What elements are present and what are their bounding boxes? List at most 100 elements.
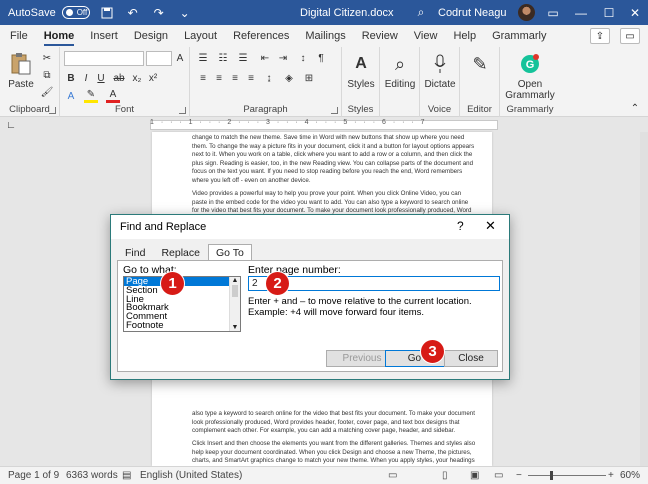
bullets-icon[interactable]: ☰ bbox=[196, 51, 210, 65]
justify-icon[interactable]: ≡ bbox=[244, 71, 258, 85]
svg-text:G: G bbox=[526, 59, 535, 71]
zoom-slider-thumb[interactable] bbox=[550, 471, 554, 480]
dialog-close-icon[interactable]: ✕ bbox=[485, 218, 496, 234]
paragraph-launcher-icon[interactable] bbox=[331, 107, 338, 114]
zoom-out-icon[interactable]: − bbox=[516, 470, 522, 481]
ribbon-display-icon[interactable]: ▭ bbox=[538, 0, 568, 25]
tab-design[interactable]: Design bbox=[126, 25, 176, 47]
paste-icon bbox=[8, 51, 34, 77]
minimize-icon[interactable]: — bbox=[566, 0, 596, 25]
list-scrollbar[interactable]: ▲ ▼ bbox=[229, 277, 240, 331]
avatar[interactable] bbox=[518, 4, 535, 21]
tab-help[interactable]: Help bbox=[445, 25, 484, 47]
font-color-icon[interactable]: A bbox=[106, 89, 120, 103]
font-size-combo[interactable] bbox=[146, 51, 172, 66]
align-left-icon[interactable]: ≡ bbox=[196, 71, 210, 85]
borders-icon[interactable]: ⊞ bbox=[302, 71, 316, 85]
dialog-title-bar[interactable]: Find and Replace ? ✕ bbox=[111, 215, 509, 239]
dictate-button[interactable]: Dictate bbox=[422, 51, 458, 90]
tab-home[interactable]: Home bbox=[36, 25, 83, 47]
close-button[interactable]: Close bbox=[444, 350, 498, 367]
tab-view[interactable]: View bbox=[406, 25, 446, 47]
zoom-level[interactable]: 60% bbox=[620, 470, 640, 481]
styles-button[interactable]: A Styles bbox=[344, 51, 378, 90]
grammarly-label: Grammarly bbox=[506, 104, 554, 115]
ribbon-tabs: File Home Insert Design Layout Reference… bbox=[0, 25, 648, 47]
open-grammarly-button[interactable]: G Open Grammarly bbox=[502, 51, 558, 101]
increase-indent-icon[interactable]: ⇥ bbox=[276, 51, 290, 65]
microphone-icon bbox=[427, 51, 453, 77]
editing-button[interactable]: ⌕ Editing bbox=[382, 51, 418, 91]
sort-icon[interactable]: ↕ bbox=[296, 51, 310, 65]
autosave-toggle[interactable]: Off bbox=[61, 6, 90, 19]
tab-replace[interactable]: Replace bbox=[153, 244, 208, 260]
underline-icon[interactable]: U bbox=[94, 71, 108, 85]
tab-review[interactable]: Review bbox=[354, 25, 406, 47]
scroll-up-icon[interactable]: ▲ bbox=[230, 277, 240, 284]
undo-icon[interactable]: ↶ bbox=[124, 5, 142, 21]
close-icon[interactable]: ✕ bbox=[620, 0, 648, 25]
align-right-icon[interactable]: ≡ bbox=[228, 71, 242, 85]
superscript-icon[interactable]: x² bbox=[146, 71, 160, 85]
clipboard-launcher-icon[interactable] bbox=[49, 107, 56, 114]
editor-button[interactable]: ✎ bbox=[462, 51, 498, 79]
strikethrough-icon[interactable]: ab bbox=[112, 71, 126, 85]
scroll-thumb[interactable] bbox=[232, 285, 238, 297]
share-icon[interactable]: ⇪ bbox=[590, 28, 610, 44]
format-painter-icon[interactable]: 🖌 bbox=[40, 85, 54, 99]
tab-selector-icon[interactable]: ∟ bbox=[4, 118, 18, 132]
line-spacing-icon[interactable]: ↨ bbox=[262, 71, 276, 85]
copy-icon[interactable]: ⧉ bbox=[40, 68, 54, 82]
page-count[interactable]: Page 1 of 9 bbox=[8, 470, 59, 481]
subscript-icon[interactable]: x₂ bbox=[130, 71, 144, 85]
tab-find[interactable]: Find bbox=[117, 244, 153, 260]
read-mode-icon[interactable]: ▯ bbox=[442, 470, 448, 481]
tab-grammarly[interactable]: Grammarly bbox=[484, 25, 554, 47]
bold-icon[interactable]: B bbox=[64, 71, 78, 85]
styles-button-label: Styles bbox=[347, 79, 375, 90]
vertical-scrollbar[interactable] bbox=[640, 132, 648, 466]
tab-file[interactable]: File bbox=[0, 25, 36, 47]
font-launcher-icon[interactable] bbox=[179, 107, 186, 114]
tab-layout[interactable]: Layout bbox=[176, 25, 225, 47]
show-marks-icon[interactable]: ¶ bbox=[314, 51, 328, 65]
highlight-icon[interactable]: ✎ bbox=[84, 89, 98, 103]
user-name[interactable]: Codrut Neagu bbox=[438, 7, 507, 19]
web-layout-icon[interactable]: ▭ bbox=[494, 470, 503, 481]
paragraph-group: ☰ ☷ ☰ ⇤ ⇥ ↕ ¶ ≡ ≡ ≡ ≡ ↨ ◈ ⊞ Paragraph bbox=[190, 47, 342, 117]
search-icon[interactable]: ⌕ bbox=[412, 5, 430, 21]
language[interactable]: English (United States) bbox=[140, 470, 242, 481]
italic-icon[interactable]: I bbox=[79, 71, 93, 85]
paste-button[interactable]: Paste bbox=[6, 51, 36, 90]
focus-icon[interactable]: ▭ bbox=[388, 470, 397, 481]
redo-icon[interactable]: ↷ bbox=[150, 5, 168, 21]
tab-mailings[interactable]: Mailings bbox=[297, 25, 353, 47]
zoom-in-icon[interactable]: + bbox=[608, 470, 614, 481]
paragraph-1: change to match the new theme. Save time… bbox=[192, 134, 475, 184]
align-center-icon[interactable]: ≡ bbox=[212, 71, 226, 85]
font-grow-icon[interactable]: A bbox=[173, 51, 187, 65]
proofing-icon[interactable]: ▤ bbox=[122, 470, 131, 481]
zoom-slider[interactable] bbox=[528, 475, 606, 476]
shading-icon[interactable]: ◈ bbox=[282, 71, 296, 85]
tab-goto[interactable]: Go To bbox=[207, 244, 252, 261]
cut-icon[interactable]: ✂ bbox=[40, 51, 54, 65]
multilevel-icon[interactable]: ☰ bbox=[236, 51, 250, 65]
text-effects-icon[interactable]: A bbox=[64, 89, 78, 103]
print-layout-icon[interactable]: ▣ bbox=[470, 470, 479, 481]
collapse-ribbon-icon[interactable]: ⌃ bbox=[628, 101, 642, 115]
tab-references[interactable]: References bbox=[225, 25, 297, 47]
help-icon[interactable]: ? bbox=[457, 219, 464, 233]
scroll-down-icon[interactable]: ▼ bbox=[230, 324, 240, 331]
numbering-icon[interactable]: ☷ bbox=[216, 51, 230, 65]
tab-insert[interactable]: Insert bbox=[82, 25, 126, 47]
word-count[interactable]: 6363 words bbox=[66, 470, 118, 481]
more-icon[interactable]: ⌄ bbox=[176, 5, 194, 21]
list-item-footnote[interactable]: Footnote bbox=[124, 321, 240, 330]
paste-label: Paste bbox=[8, 79, 34, 90]
comments-icon[interactable]: ▭ bbox=[620, 28, 640, 44]
dictate-button-label: Dictate bbox=[424, 79, 456, 90]
save-icon[interactable] bbox=[98, 5, 116, 21]
decrease-indent-icon[interactable]: ⇤ bbox=[258, 51, 272, 65]
font-name-combo[interactable] bbox=[64, 51, 144, 66]
